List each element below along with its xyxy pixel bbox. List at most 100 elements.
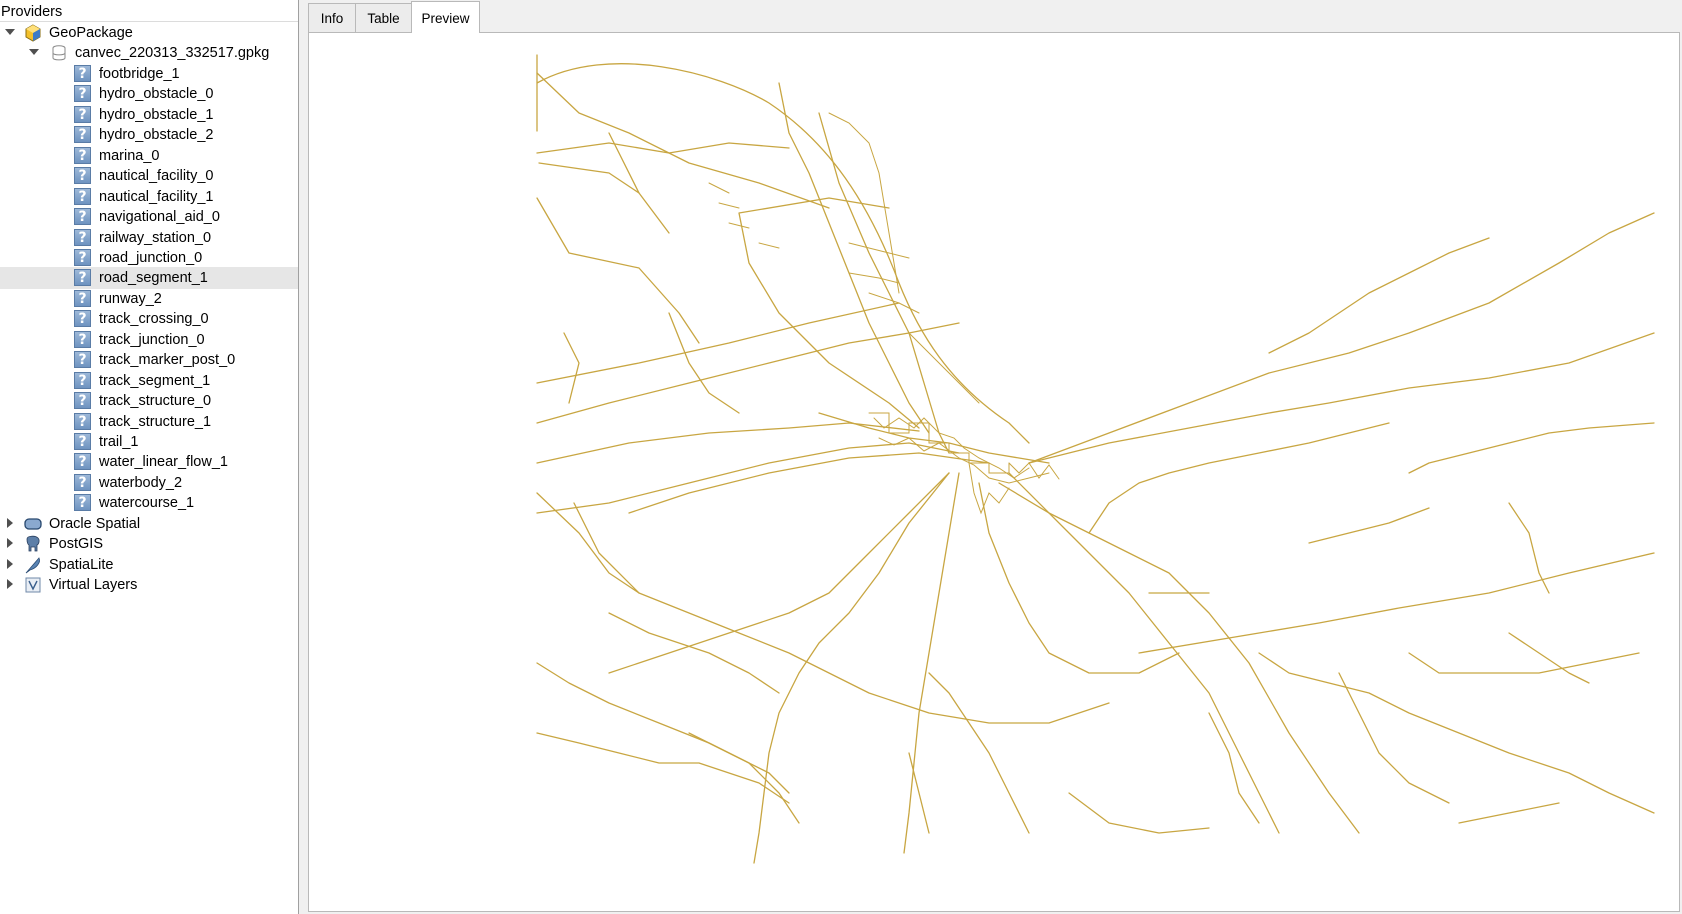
tree-item[interactable]: ? navigational_aid_0	[0, 206, 298, 228]
tree-item-label: GeoPackage	[49, 25, 133, 41]
tree-item[interactable]: ? footbridge_1	[0, 63, 298, 85]
tree-item[interactable]: ? track_crossing_0	[0, 308, 298, 330]
tree-item-label: PostGIS	[49, 536, 103, 553]
tree-item[interactable]: SpatiaLite	[0, 554, 298, 576]
tree-item-label: waterbody_2	[99, 474, 183, 491]
tab-preview[interactable]: Preview	[411, 1, 480, 33]
unknown-layer-icon: ?	[74, 269, 91, 287]
unknown-layer-icon: ?	[74, 228, 91, 246]
tree-item[interactable]: ? hydro_obstacle_1	[0, 104, 298, 126]
spatialite-feather-icon	[24, 556, 42, 574]
tree-item[interactable]: ? track_junction_0	[0, 329, 298, 351]
tree-item[interactable]: ? trail_1	[0, 431, 298, 453]
unknown-layer-icon: ?	[74, 248, 91, 266]
providers-panel: Providers GeoPackage canvec_220313_332517…	[0, 0, 299, 914]
tree-item[interactable]: ? track_structure_1	[0, 411, 298, 433]
tree-item[interactable]: GeoPackage	[0, 22, 298, 44]
tree-item-label: watercourse_1	[99, 495, 195, 512]
database-icon	[50, 44, 68, 62]
tree-item[interactable]: ? watercourse_1	[0, 492, 298, 514]
tree-item[interactable]: ? hydro_obstacle_0	[0, 83, 298, 105]
unknown-layer-icon: ?	[74, 412, 91, 430]
unknown-layer-icon: ?	[74, 187, 91, 205]
tree-item[interactable]: Oracle Spatial	[0, 513, 298, 535]
unknown-layer-icon: ?	[74, 433, 91, 450]
expand-arrow-icon[interactable]	[7, 517, 13, 528]
unknown-layer-icon: ?	[74, 85, 91, 103]
tree-item-label: track_crossing_0	[99, 311, 209, 328]
geopackage-icon	[24, 24, 42, 42]
tree-item-label: track_structure_0	[99, 393, 212, 410]
panel-splitter[interactable]	[299, 0, 306, 914]
tree-item[interactable]: ? waterbody_2	[0, 472, 298, 494]
unknown-layer-icon: ?	[74, 126, 91, 144]
unknown-layer-icon: ?	[74, 146, 91, 164]
tree-item-label: railway_station_0	[99, 229, 212, 246]
unknown-layer-icon: ?	[74, 167, 91, 185]
tree-item[interactable]: ? runway_2	[0, 288, 298, 310]
tree-item-label: water_linear_flow_1	[99, 454, 228, 471]
tree-item[interactable]: ? marina_0	[0, 145, 298, 167]
tree-item[interactable]: canvec_220313_332517.gpkg	[0, 42, 298, 64]
preview-area: Info Table Preview	[306, 0, 1682, 914]
unknown-layer-icon: ?	[74, 208, 91, 226]
tab-bar: Info Table Preview	[306, 0, 1682, 33]
tree-item-label: nautical_facility_0	[99, 168, 214, 185]
tree-item-label: marina_0	[99, 147, 160, 164]
oracle-icon	[24, 515, 42, 533]
tree-item-label: runway_2	[99, 290, 162, 307]
road-network-map	[536, 54, 1655, 864]
map-preview[interactable]	[308, 32, 1680, 912]
unknown-layer-icon: ?	[74, 289, 91, 307]
tree-item[interactable]: ? track_segment_1	[0, 370, 298, 392]
tree-item[interactable]: ? road_segment_1	[0, 267, 298, 290]
tree-item[interactable]: ? water_linear_flow_1	[0, 451, 298, 473]
unknown-layer-icon: ?	[74, 494, 91, 512]
unknown-layer-icon: ?	[74, 473, 91, 491]
tree-item-label: trail_1	[99, 434, 139, 450]
unknown-layer-icon: ?	[74, 310, 91, 328]
tree-item-label: Oracle Spatial	[49, 515, 141, 532]
tab-info[interactable]: Info	[308, 3, 356, 32]
unknown-layer-icon: ?	[74, 392, 91, 410]
tree-item-label: track_marker_post_0	[99, 352, 236, 369]
tree-item[interactable]: ? nautical_facility_0	[0, 165, 298, 187]
postgis-elephant-icon	[24, 535, 42, 553]
unknown-layer-icon: ?	[74, 330, 91, 348]
tree-item[interactable]: ? road_junction_0	[0, 247, 298, 269]
expand-arrow-icon[interactable]	[7, 538, 13, 549]
unknown-layer-icon: ?	[74, 453, 91, 471]
tree-item[interactable]: ? track_marker_post_0	[0, 349, 298, 371]
tree-item-label: canvec_220313_332517.gpkg	[75, 45, 270, 62]
tree-item[interactable]: ? nautical_facility_1	[0, 186, 298, 208]
tree-item-label: nautical_facility_1	[99, 188, 214, 205]
unknown-layer-icon: ?	[74, 105, 91, 123]
tree-item[interactable]: ? track_structure_0	[0, 390, 298, 412]
tree-item[interactable]: PostGIS	[0, 533, 298, 555]
unknown-layer-icon: ?	[74, 351, 91, 369]
tree-item-label: road_segment_1	[99, 270, 208, 287]
tab-table[interactable]: Table	[355, 3, 412, 32]
tree-item[interactable]: Virtual Layers	[0, 574, 298, 596]
expand-arrow-icon[interactable]	[7, 579, 13, 590]
providers-panel-title: Providers	[0, 0, 298, 22]
tree-item[interactable]: ? hydro_obstacle_2	[0, 124, 298, 146]
tree-item-label: road_junction_0	[99, 249, 203, 266]
collapse-arrow-icon[interactable]	[29, 49, 39, 56]
unknown-layer-icon: ?	[74, 64, 91, 82]
virtual-layer-icon	[24, 576, 42, 594]
tree-item-label: track_structure_1	[99, 413, 212, 430]
tree-item-label: Virtual Layers	[49, 577, 138, 594]
tree-item-label: footbridge_1	[99, 65, 180, 82]
tree-item-label: navigational_aid_0	[99, 209, 220, 226]
collapse-arrow-icon[interactable]	[5, 29, 15, 35]
tree-item-label: SpatiaLite	[49, 556, 114, 573]
tree-item[interactable]: ? railway_station_0	[0, 227, 298, 249]
tree-item-label: track_segment_1	[99, 372, 211, 389]
tree-item-label: hydro_obstacle_1	[99, 106, 214, 123]
tree-item-label: hydro_obstacle_0	[99, 86, 214, 103]
tree-item-label: track_junction_0	[99, 331, 205, 348]
tree-item-label: hydro_obstacle_2	[99, 127, 214, 144]
unknown-layer-icon: ?	[74, 371, 91, 389]
expand-arrow-icon[interactable]	[7, 558, 13, 569]
